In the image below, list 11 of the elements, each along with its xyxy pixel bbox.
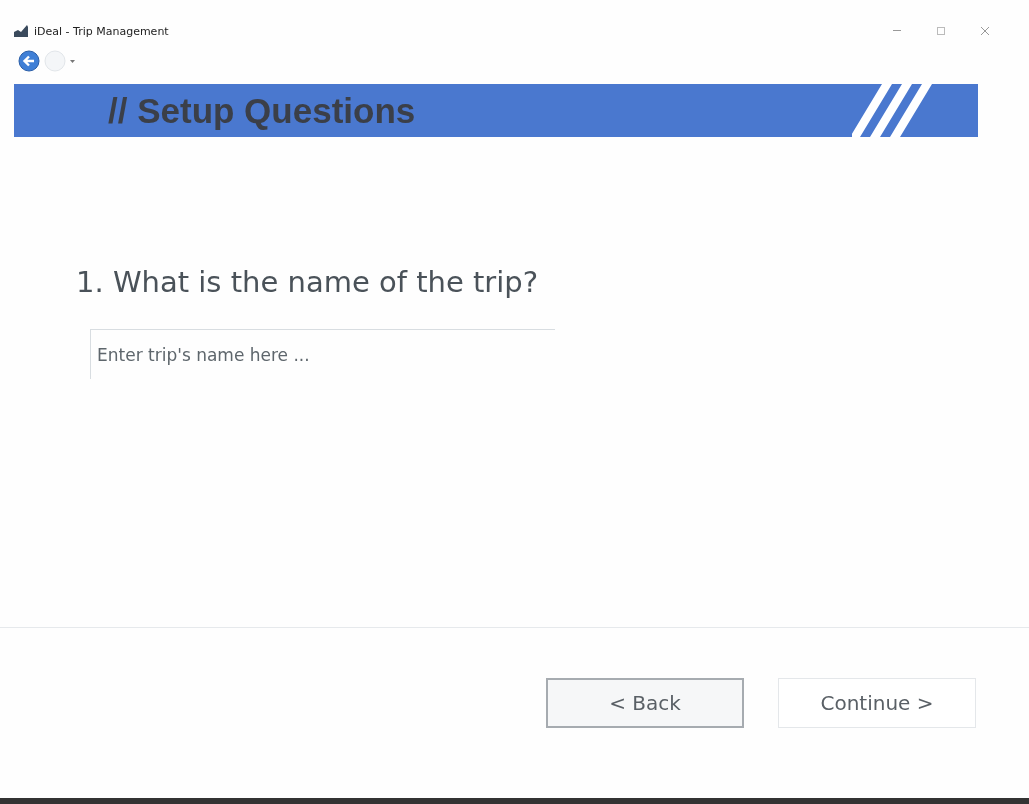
caret-icon[interactable] xyxy=(70,59,75,63)
nav-button[interactable]: < Back xyxy=(546,678,744,728)
trip-name-field[interactable]: Enter trip's name here ... xyxy=(90,329,555,379)
window-title: iDeal - Trip Management xyxy=(34,24,169,38)
chart-icon xyxy=(14,25,28,37)
question-label: 1. What is the name of the trip? xyxy=(76,265,540,299)
maximize-icon[interactable] xyxy=(937,27,945,35)
minimize-icon[interactable] xyxy=(893,30,901,32)
nav-button[interactable]: Continue > xyxy=(778,678,976,728)
close-icon[interactable] xyxy=(981,27,989,35)
banner-title: // Setup Questions xyxy=(107,90,416,131)
